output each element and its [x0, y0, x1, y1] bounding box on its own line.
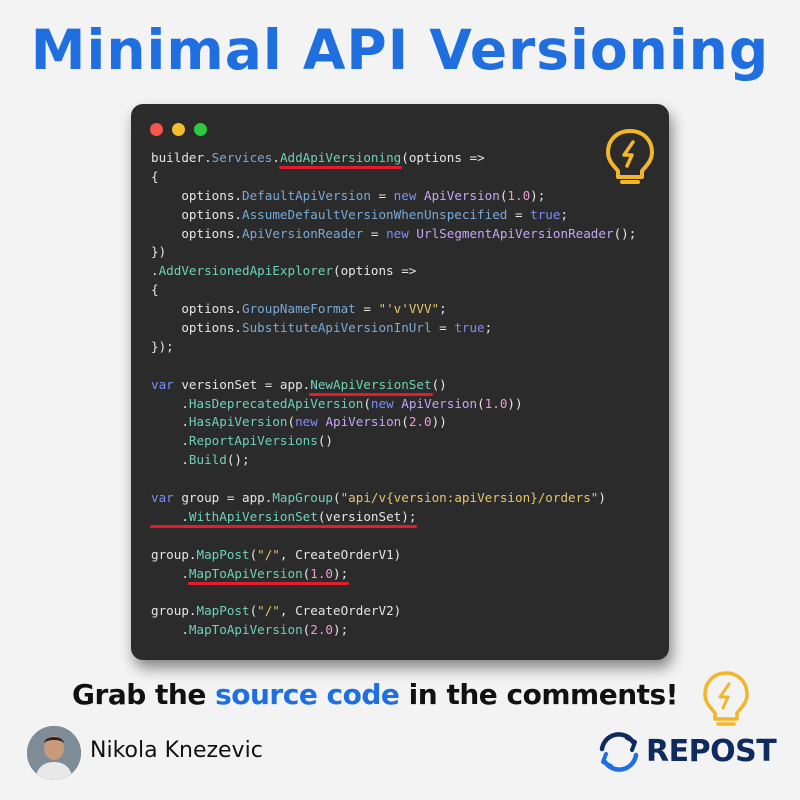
code-line: options.SubstituteApiVersionInUrl = true… — [151, 320, 493, 336]
code-line: .HasApiVersion(new ApiVersion(2.0)) — [151, 414, 447, 430]
code-line: options.AssumeDefaultVersionWhenUnspecif… — [151, 206, 569, 222]
code-line: var versionSet = app.NewApiVersionSet() — [151, 376, 447, 392]
code-line: .WithApiVersionSet(versionSet); — [151, 508, 636, 527]
code-line: .MapToApiVersion(1.0); — [151, 565, 349, 581]
cta-highlight: source code — [215, 678, 400, 711]
highlighted-method: AddApiVersioning — [279, 150, 402, 165]
call-to-action: Grab the source code in the comments! — [72, 678, 678, 711]
page-title: Minimal API Versioning — [30, 18, 770, 82]
maximize-dot — [194, 123, 207, 136]
highlighted-call: MapToApiVersion(1.0); — [188, 565, 349, 581]
lightbulb-icon — [703, 671, 749, 726]
author-avatar — [27, 726, 81, 780]
code-line: }); — [151, 338, 174, 354]
code-line: group.MapPost("/", CreateOrderV2) — [151, 603, 402, 619]
repost-label[interactable]: REPOST — [646, 734, 777, 769]
repost-icon[interactable] — [596, 729, 642, 775]
code-line: .ReportApiVersions() — [151, 433, 333, 449]
code-line: .MapToApiVersion(2.0); — [151, 622, 349, 638]
code-line: options.ApiVersionReader = new UrlSegmen… — [151, 225, 637, 241]
code-line: options.GroupNameFormat = "'v'VVV"; — [151, 301, 447, 317]
close-dot — [150, 123, 163, 136]
code-line: }) — [151, 244, 167, 260]
code-line: group.MapPost("/", CreateOrderV1) — [151, 546, 402, 562]
author-name: Nikola Knezevic — [90, 738, 263, 763]
highlighted-method: NewApiVersionSet — [310, 376, 432, 392]
code-window: builder.Services.AddApiVersioning(option… — [131, 104, 669, 660]
minimize-dot — [172, 123, 185, 136]
code-line: options.DefaultApiVersion = new ApiVersi… — [151, 187, 546, 203]
code-line: { — [151, 168, 159, 184]
code-line: builder.Services.AddApiVersioning(option… — [151, 150, 485, 165]
code-line: .Build(); — [151, 452, 250, 468]
code-line: .HasDeprecatedApiVersion(new ApiVersion(… — [151, 395, 523, 411]
code-line: var group = app.MapGroup("api/v{version:… — [151, 490, 606, 506]
code-line: .AddVersionedApiExplorer(options => — [151, 263, 417, 279]
highlighted-call: .WithApiVersionSet(versionSet); — [151, 508, 417, 524]
code-line: { — [151, 282, 159, 298]
code-block: builder.Services.AddApiVersioning(option… — [151, 149, 636, 640]
